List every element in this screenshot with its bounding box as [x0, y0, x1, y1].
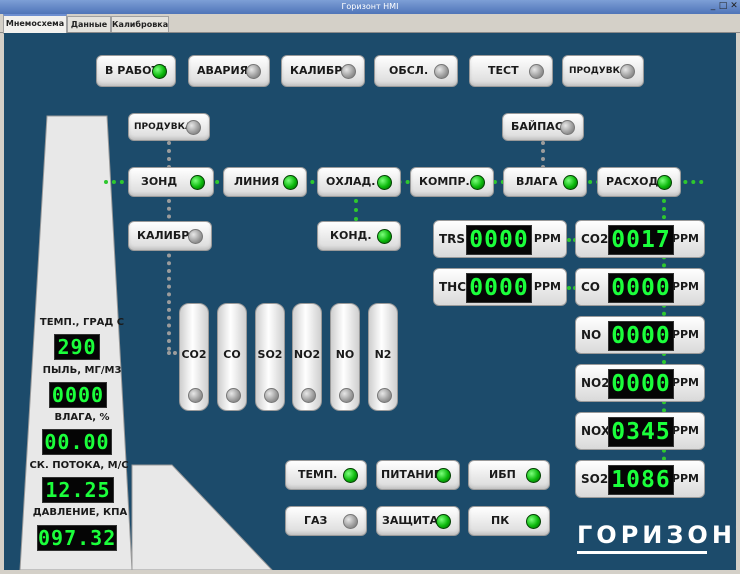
cylinder-led	[264, 388, 279, 403]
tab-calibration[interactable]: Калибровка	[111, 16, 169, 32]
status-test-button[interactable]: ТЕСТ	[469, 55, 553, 87]
meter-display: 0017	[608, 225, 674, 255]
cylinder-no[interactable]: NO	[330, 303, 360, 411]
meter-co: CO 0000 PPM	[575, 268, 705, 306]
status-led	[434, 64, 449, 79]
meter-so2: SO2 1086 PPM	[575, 460, 705, 498]
condensate-led	[377, 229, 392, 244]
cylinder-led	[188, 388, 203, 403]
cylinder-led	[226, 388, 241, 403]
stack-velocity-display: 12.25	[42, 477, 114, 503]
purge-button[interactable]: ПРОДУВКА	[128, 113, 210, 141]
status-purge-button[interactable]: ПРОДУВКА	[562, 55, 644, 87]
cylinder-led	[339, 388, 354, 403]
stack-temp-display: 290	[54, 334, 100, 360]
tab-data[interactable]: Данные	[67, 16, 111, 32]
cylinder-n2[interactable]: N2	[368, 303, 398, 411]
cylinder-led	[301, 388, 316, 403]
meter-display: 0000	[466, 273, 532, 303]
tab-bar: Мнемосхема Данные Калибровка	[0, 14, 740, 34]
system-gas-button[interactable]: ГАЗ	[285, 506, 367, 536]
system-led	[343, 468, 358, 483]
probe-button[interactable]: ЗОНД	[128, 167, 214, 197]
bypass-pipe	[541, 141, 545, 169]
status-running-button[interactable]: В РАБОТЕ	[96, 55, 176, 87]
cooling-button[interactable]: ОХЛАД.	[317, 167, 401, 197]
purge-led	[186, 120, 201, 135]
minimize-button[interactable]: _	[708, 1, 718, 12]
status-led	[529, 64, 544, 79]
title-bar: Горизонт HMI _ □ ✕	[0, 0, 740, 14]
system-pc-button[interactable]: ПК	[468, 506, 550, 536]
cylinder-led	[377, 388, 392, 403]
status-led	[620, 64, 635, 79]
purge-pipe	[167, 141, 171, 169]
bypass-led	[560, 120, 575, 135]
bypass-button[interactable]: БАЙПАС	[502, 113, 584, 141]
meter-display: 0345	[608, 417, 674, 447]
flowrate-button[interactable]: РАСХОД	[597, 167, 681, 197]
cylinder-co2[interactable]: CO2	[179, 303, 209, 411]
meter-co2: CO2 0017 PPM	[575, 220, 705, 258]
line-led	[283, 175, 298, 190]
compressor-led	[470, 175, 485, 190]
system-led	[436, 468, 451, 483]
mimic-screen: В РАБОТЕ АВАРИЯ КАЛИБР. ОБСЛ. ТЕСТ ПРОДУ…	[4, 33, 736, 570]
meter-trs: TRS 0000 PPM	[433, 220, 567, 258]
system-temp-button[interactable]: ТЕМП.	[285, 460, 367, 490]
meter-nox: NOX 0345 PPM	[575, 412, 705, 450]
system-led	[343, 514, 358, 529]
system-led	[526, 468, 541, 483]
flowrate-led	[657, 175, 672, 190]
meter-no2: NO2 0000 PPM	[575, 364, 705, 402]
system-ups-button[interactable]: ИБП	[468, 460, 550, 490]
compressor-button[interactable]: КОМПР.	[410, 167, 494, 197]
cylinder-co[interactable]: CO	[217, 303, 247, 411]
meter-display: 1086	[608, 465, 674, 495]
stack-humidity-label: ВЛАГА, %	[54, 412, 110, 423]
system-led	[436, 514, 451, 529]
cylinder-no2[interactable]: NO2	[292, 303, 322, 411]
company-logo: ГОРИЗОНТ	[577, 521, 736, 554]
meter-display: 0000	[608, 321, 674, 351]
stack-dust-label: ПЫЛЬ, МГ/М3	[42, 365, 122, 376]
tab-mnemo[interactable]: Мнемосхема	[3, 14, 67, 34]
cooling-led	[377, 175, 392, 190]
meter-no: NO 0000 PPM	[575, 316, 705, 354]
humidity-led	[563, 175, 578, 190]
stack-pressure-label: ДАВЛЕНИЕ, КПА	[32, 507, 128, 518]
application-window: Горизонт HMI _ □ ✕ Мнемосхема Данные Кал…	[0, 0, 740, 574]
stack-base	[131, 464, 273, 570]
window-title: Горизонт HMI	[341, 2, 399, 11]
close-button[interactable]: ✕	[729, 1, 739, 12]
meter-display: 0000	[608, 369, 674, 399]
calibration-led	[188, 229, 203, 244]
status-led	[152, 64, 167, 79]
system-led	[526, 514, 541, 529]
humidity-button[interactable]: ВЛАГА	[503, 167, 587, 197]
status-calibration-button[interactable]: КАЛИБР.	[281, 55, 365, 87]
meter-display: 0000	[608, 273, 674, 303]
status-alarm-button[interactable]: АВАРИЯ	[188, 55, 270, 87]
maximize-button[interactable]: □	[718, 1, 728, 12]
condensate-pipe	[354, 199, 358, 221]
stack-dust-display: 0000	[49, 382, 107, 408]
status-led	[341, 64, 356, 79]
stack-velocity-label: СК. ПОТОКА, М/С	[29, 460, 129, 471]
condensate-button[interactable]: КОНД.	[317, 221, 401, 251]
system-protection-button[interactable]: ЗАЩИТА	[376, 506, 460, 536]
calibration-button[interactable]: КАЛИБР.	[128, 221, 212, 251]
meter-display: 0000	[466, 225, 532, 255]
cylinder-so2[interactable]: SO2	[255, 303, 285, 411]
status-service-button[interactable]: ОБСЛ.	[374, 55, 458, 87]
line-button[interactable]: ЛИНИЯ	[223, 167, 307, 197]
meter-thc: THC 0000 PPM	[433, 268, 567, 306]
stack-temp-label: ТЕМП., ГРАД С	[39, 317, 125, 328]
probe-led	[190, 175, 205, 190]
status-led	[246, 64, 261, 79]
system-power-button[interactable]: ПИТАНИЕ	[376, 460, 460, 490]
stack-humidity-display: 00.00	[42, 429, 112, 455]
stack-pressure-display: 097.32	[37, 525, 117, 551]
